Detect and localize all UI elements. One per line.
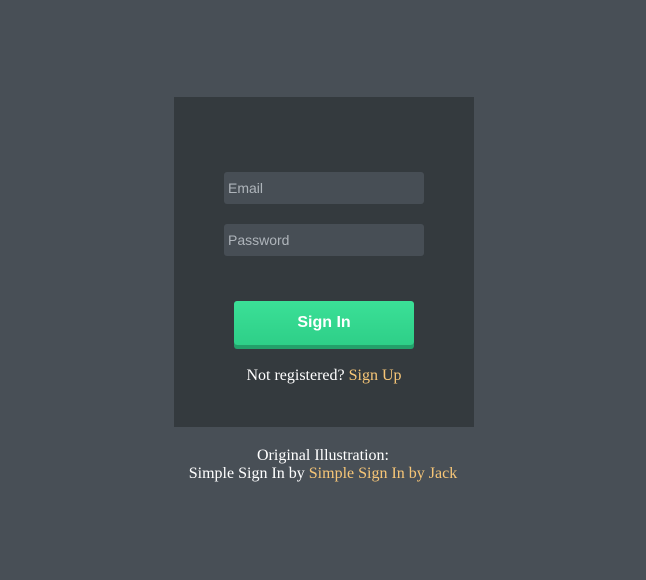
email-field[interactable] [224, 172, 424, 204]
credits-attribution: Simple Sign In by Simple Sign In by Jack [0, 465, 646, 483]
not-registered-text: Not registered? [246, 367, 345, 384]
credits-title: Original Illustration: [257, 447, 389, 464]
credits: Original Illustration: Simple Sign In by… [0, 447, 646, 483]
sign-up-link[interactable]: Sign Up [349, 367, 402, 384]
password-field[interactable] [224, 224, 424, 256]
credits-author-link[interactable]: Simple Sign In by Jack [309, 465, 457, 482]
register-prompt: Not registered? Sign Up [174, 367, 474, 385]
credits-prefix: Simple Sign In by [188, 465, 305, 482]
sign-in-button[interactable]: Sign In [234, 301, 414, 345]
signin-card: Sign In Not registered? Sign Up [174, 97, 474, 427]
